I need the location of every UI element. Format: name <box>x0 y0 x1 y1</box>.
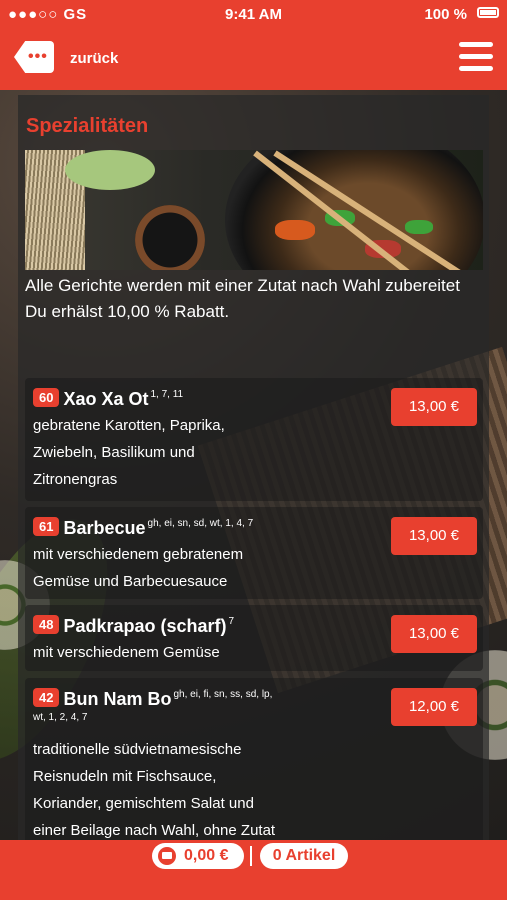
add-to-cart-price-button[interactable]: 13,00 € <box>391 615 477 653</box>
add-to-cart-price-button[interactable]: 12,00 € <box>391 688 477 726</box>
battery-percent: 100 % <box>424 6 467 23</box>
intro-text: Alle Gerichte werden mit einer Zutat nac… <box>25 276 460 295</box>
item-allergens: 7 <box>228 616 235 627</box>
footer-divider <box>250 846 252 866</box>
cart-icon <box>158 847 176 865</box>
cart-total-button[interactable]: 0,00 € <box>152 843 244 869</box>
menu-item[interactable]: 61 Barbecue gh, ei, sn, sd, wt, 1, 4, 7 mi… <box>25 507 483 599</box>
item-allergens-continued: wt, 1, 2, 4, 7 <box>33 712 88 723</box>
item-allergens: gh, ei, sn, sd, wt, 1, 4, 7 <box>147 518 254 529</box>
battery-icon <box>477 7 499 18</box>
article-count-button[interactable]: 0 Artikel <box>260 843 348 869</box>
section-hero-image <box>25 150 483 270</box>
item-name: Barbecue <box>63 518 146 538</box>
section-intro: Alle Gerichte werden mit einer Zutat nac… <box>25 273 480 325</box>
item-number-badge: 48 <box>33 615 60 634</box>
add-to-cart-price-button[interactable]: 13,00 € <box>391 517 477 555</box>
item-allergens: gh, ei, fi, sn, ss, sd, lp, <box>173 689 273 700</box>
menu-item[interactable]: 42 Bun Nam Bo gh, ei, fi, sn, ss, sd, lp, … <box>25 678 483 840</box>
item-description: gebratene Karotten, Paprika, Zwiebeln, B… <box>33 417 225 488</box>
item-allergens: 1, 7, 11 <box>150 389 184 400</box>
status-bar: ●●●○○ GS 9:41 AM 100 % <box>0 0 507 28</box>
menu-panel: Spezialitäten Alle Gerichte werden mit e… <box>18 95 489 840</box>
item-name: Padkrapao (scharf) <box>63 616 227 636</box>
cart-footer: 0,00 € 0 Artikel <box>0 840 507 900</box>
discount-text: Du erhälst 10,00 % Rabatt. <box>25 302 230 321</box>
item-name: Xao Xa Ot <box>63 389 149 409</box>
chat-back-icon[interactable]: ••• <box>14 41 54 73</box>
add-to-cart-price-button[interactable]: 13,00 € <box>391 388 477 426</box>
menu-item[interactable]: 60 Xao Xa Ot 1, 7, 11 gebratene Karotten, … <box>25 378 483 501</box>
back-button[interactable]: zurück <box>70 50 118 67</box>
item-number-badge: 61 <box>33 517 60 536</box>
section-title: Spezialitäten <box>26 115 149 137</box>
item-number-badge: 42 <box>33 688 60 707</box>
item-description: mit verschiedenem Gemüse <box>33 644 220 661</box>
hamburger-menu-icon[interactable] <box>459 42 493 72</box>
cart-total: 0,00 € <box>184 847 229 864</box>
item-number-badge: 60 <box>33 388 60 407</box>
item-description: traditionelle südvietnamesische Reisnude… <box>33 741 276 839</box>
top-navigation: ••• zurück <box>0 28 507 90</box>
menu-item[interactable]: 48 Padkrapao (scharf) 7 mit verschiedenem … <box>25 605 483 671</box>
item-description: mit verschiedenem gebratenem Gemüse und … <box>33 546 244 590</box>
item-name: Bun Nam Bo <box>63 689 172 709</box>
